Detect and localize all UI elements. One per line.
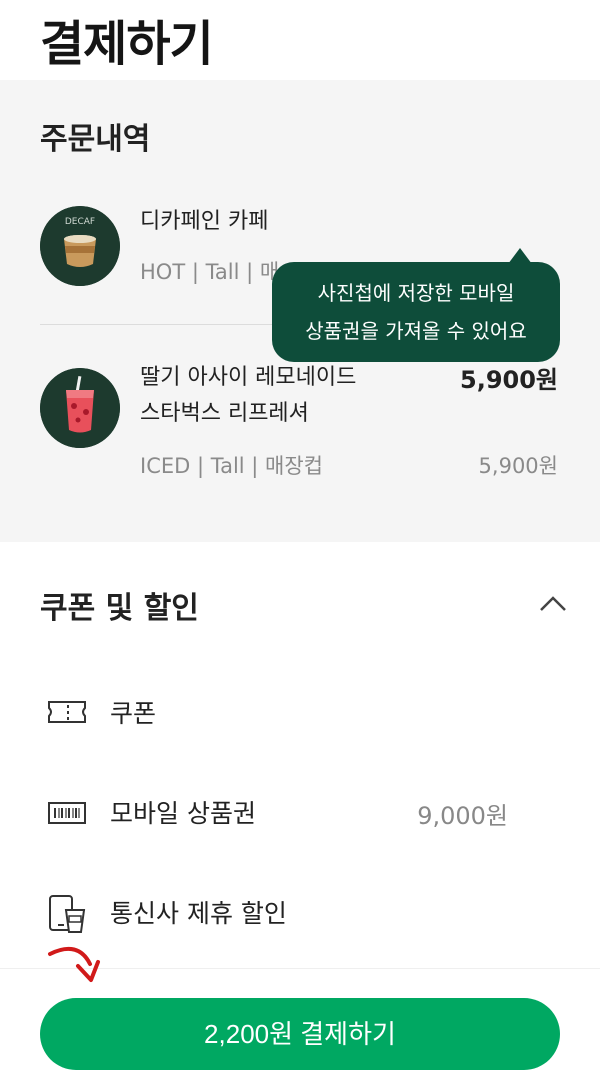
order-history-title: 주문내역 — [40, 122, 151, 157]
item-options: HOT | Tall | 매 — [140, 260, 280, 284]
item-name-line1: 디카페인 카페 — [140, 209, 269, 234]
item-name: 딸기 아사이 레모네이드 스타벅스 리프레셔 — [140, 360, 356, 432]
page-title: 결제하기 — [40, 16, 214, 72]
item-name: 디카페인 카페 — [140, 204, 268, 240]
gift-card-tooltip[interactable]: 사진첩에 저장한 모바일 상품권을 가져올 수 있어요 — [272, 248, 560, 362]
decaf-latte-thumbnail: DECAF — [40, 206, 120, 286]
phone-cup-icon — [46, 894, 88, 933]
item-name-line1: 딸기 아사이 레모네이드 — [140, 365, 357, 390]
mobile-gift-card-amount: 9,000원 — [417, 802, 508, 830]
order-item[interactable]: 딸기 아사이 레모네이드 스타벅스 리프레셔 5,900원 ICED | Tal… — [0, 360, 600, 530]
tooltip-line1: 사진첩에 저장한 모바일 — [317, 281, 515, 305]
item-options: ICED | Tall | 매장컵 — [140, 454, 323, 478]
item-subtotal: 5,900원 — [478, 454, 558, 478]
barcode-card-icon — [46, 794, 88, 830]
tooltip-line2: 상품권을 가져올 수 있어요 — [305, 319, 527, 343]
coupon-row[interactable]: 쿠폰 — [0, 682, 600, 742]
order-history-section: 주문내역 DECAF 디카페인 카페 HOT | Tall | 매 딸기 아사이… — [0, 80, 600, 542]
chevron-up-icon[interactable] — [536, 588, 570, 618]
coupon-ticket-icon — [46, 694, 88, 730]
coupon-label: 쿠폰 — [110, 699, 157, 728]
strawberry-acai-thumbnail — [40, 368, 120, 448]
mobile-gift-card-row[interactable]: 모바일 상품권 9,000원 — [0, 782, 600, 842]
item-price: 5,900원 — [460, 366, 558, 394]
pay-button[interactable]: 2,200원 결제하기 — [40, 998, 560, 1070]
mobile-gift-card-label: 모바일 상품권 — [110, 799, 256, 828]
telecom-discount-row[interactable]: 통신사 제휴 할인 — [0, 882, 600, 942]
telecom-discount-label: 통신사 제휴 할인 — [110, 899, 287, 928]
coupon-discount-title: 쿠폰 및 할인 — [40, 591, 199, 626]
item-name-line2: 스타벅스 리프레셔 — [140, 401, 309, 426]
red-arrow-annotation-icon — [44, 940, 104, 996]
decaf-badge: DECAF — [65, 217, 95, 227]
